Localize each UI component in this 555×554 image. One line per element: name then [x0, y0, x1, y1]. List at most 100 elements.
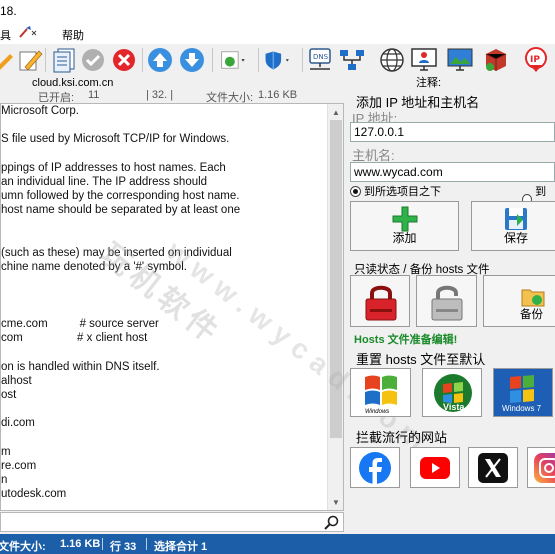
save-button[interactable]: 保存	[471, 201, 555, 251]
editor-line[interactable]: com # x client host	[1, 331, 327, 345]
editor-line[interactable]	[1, 218, 327, 232]
toolbar: DNS IP	[0, 44, 555, 76]
add-site-dropdown-icon[interactable]	[220, 46, 248, 74]
editor-line[interactable]: cme.com # source server	[1, 317, 327, 331]
editor-line[interactable]: . .	[1, 502, 327, 510]
window-title: 18.	[0, 4, 17, 18]
backup-icon	[521, 289, 545, 307]
vertical-scrollbar[interactable]: ▲ ▼	[327, 104, 343, 510]
radio-selected-icon	[350, 185, 361, 197]
editor-line[interactable]: ost	[1, 388, 327, 402]
lock-icon	[365, 285, 397, 321]
editor-line[interactable]: on is handled within DNS itself.	[1, 360, 327, 374]
info-size-value: 1.16 KB	[258, 89, 298, 101]
editor-line[interactable]: alhost	[1, 374, 327, 388]
editor-line[interactable]	[1, 232, 327, 246]
unlock-button[interactable]	[416, 275, 477, 327]
reset-vista-button[interactable]: Vista	[422, 368, 482, 417]
reset-windows7-button[interactable]: Windows 7	[493, 368, 553, 417]
site-caption: cloud.ksi.com.cn	[32, 77, 114, 89]
add-button-label: 添加	[392, 231, 417, 245]
editor-line[interactable]: n	[1, 473, 327, 487]
scroll-down-icon[interactable]: ▼	[328, 494, 343, 510]
editor-line[interactable]	[1, 147, 327, 161]
editor-line[interactable]: di.com	[1, 416, 327, 430]
hosts-editor[interactable]: Microsoft Corp. S file used by Microsoft…	[0, 103, 344, 511]
editor-line[interactable]: m	[1, 445, 327, 459]
facebook-icon	[359, 451, 391, 484]
menu-help[interactable]: 帮助	[62, 27, 84, 43]
editor-line[interactable]	[1, 431, 327, 445]
editor-line[interactable]	[1, 303, 327, 317]
desktop-icon[interactable]	[446, 46, 474, 74]
dns-icon[interactable]: DNS	[306, 46, 334, 74]
delete-icon[interactable]	[110, 46, 138, 74]
editor-line[interactable]	[1, 274, 327, 288]
status-line: 行 33	[110, 541, 137, 553]
editor-line[interactable]: ppings of IP addresses to host names. Ea…	[1, 161, 327, 175]
reset-section-title: 重置 hosts 文件至默认	[356, 352, 486, 367]
block-instagram-button[interactable]	[527, 447, 555, 488]
globe-icon[interactable]	[378, 46, 406, 74]
ready-status-text: Hosts 文件准备编辑!	[354, 334, 458, 346]
backup-button-label: 备份	[520, 309, 543, 321]
editor-line[interactable]: host name should be separated by at leas…	[1, 203, 327, 217]
editor-line[interactable]: (such as these) may be inserted on indiv…	[1, 246, 327, 260]
status-selection: 选择合计 1	[154, 541, 208, 553]
lock-readonly-button[interactable]	[350, 275, 410, 327]
windows-xp-logo-icon	[365, 375, 397, 405]
search-icon[interactable]	[324, 515, 339, 533]
editor-line[interactable]: utodesk.com	[1, 487, 327, 501]
editor-line[interactable]: Microsoft Corp.	[1, 104, 327, 118]
monitor-user-icon[interactable]	[410, 46, 438, 74]
editor-text[interactable]: Microsoft Corp. S file used by Microsoft…	[1, 104, 327, 510]
block-youtube-button[interactable]	[410, 447, 460, 488]
menu-tools[interactable]: 具	[0, 27, 11, 43]
windows-xp-label: Windows	[365, 409, 390, 415]
svg-text:DNS: DNS	[313, 53, 329, 61]
reset-windows-xp-button[interactable]: Windows	[350, 368, 411, 417]
x-twitter-icon	[478, 452, 508, 483]
search-input[interactable]	[0, 512, 344, 532]
svg-text:IP: IP	[530, 55, 540, 65]
ip-field[interactable]: 127.0.0.1	[350, 122, 555, 142]
ip-location-icon[interactable]: IP	[522, 46, 550, 74]
check-icon[interactable]	[79, 46, 107, 74]
shield-icon[interactable]	[264, 46, 292, 74]
instagram-icon	[534, 452, 555, 483]
editor-line[interactable]: S file used by Microsoft TCP/IP for Wind…	[1, 132, 327, 146]
info-row: 已开启: 11 | 32. | 文件大小: 1.16 KB	[0, 89, 345, 104]
editor-line[interactable]	[1, 402, 327, 416]
editor-line[interactable]: re.com	[1, 459, 327, 473]
radio-insert-below[interactable]: 到所选项目之下	[350, 183, 441, 199]
backup-button[interactable]: 备份	[483, 275, 555, 327]
tools-icon[interactable]	[18, 25, 40, 39]
scroll-thumb[interactable]	[330, 120, 342, 438]
editor-line[interactable]: an individual line. The IP address shoul…	[1, 175, 327, 189]
status-bar: 文件大小: 1.16 KB 行 33 选择合计 1	[0, 534, 555, 554]
edit-note-icon[interactable]	[16, 46, 44, 74]
menu-bar: 具 帮助	[0, 22, 555, 44]
editor-line[interactable]: umn followed by the corresponding host n…	[1, 189, 327, 203]
editor-line[interactable]	[1, 289, 327, 303]
status-size-value: 1.16 KB	[60, 538, 101, 550]
youtube-icon	[420, 456, 450, 479]
host-field[interactable]: www.wycad.com	[350, 162, 555, 182]
editor-line[interactable]: chine name denoted by a '#' symbol.	[1, 260, 327, 274]
scroll-up-icon[interactable]: ▲	[328, 104, 343, 120]
title-bar: 18.	[0, 0, 555, 22]
add-button[interactable]: 添加	[350, 201, 459, 251]
opened-value: 11	[88, 89, 100, 101]
editor-line[interactable]	[1, 345, 327, 359]
document-icon[interactable]	[50, 46, 78, 74]
block-x-button[interactable]	[468, 447, 518, 488]
note-caption: 注释:	[416, 77, 442, 89]
move-up-icon[interactable]	[146, 46, 174, 74]
network-icon[interactable]	[338, 46, 366, 74]
save-button-label: 保存	[503, 231, 528, 245]
cleanup-icon[interactable]	[482, 46, 510, 74]
move-down-icon[interactable]	[178, 46, 206, 74]
unlock-icon	[431, 285, 463, 321]
editor-line[interactable]	[1, 118, 327, 132]
block-facebook-button[interactable]	[350, 447, 400, 488]
